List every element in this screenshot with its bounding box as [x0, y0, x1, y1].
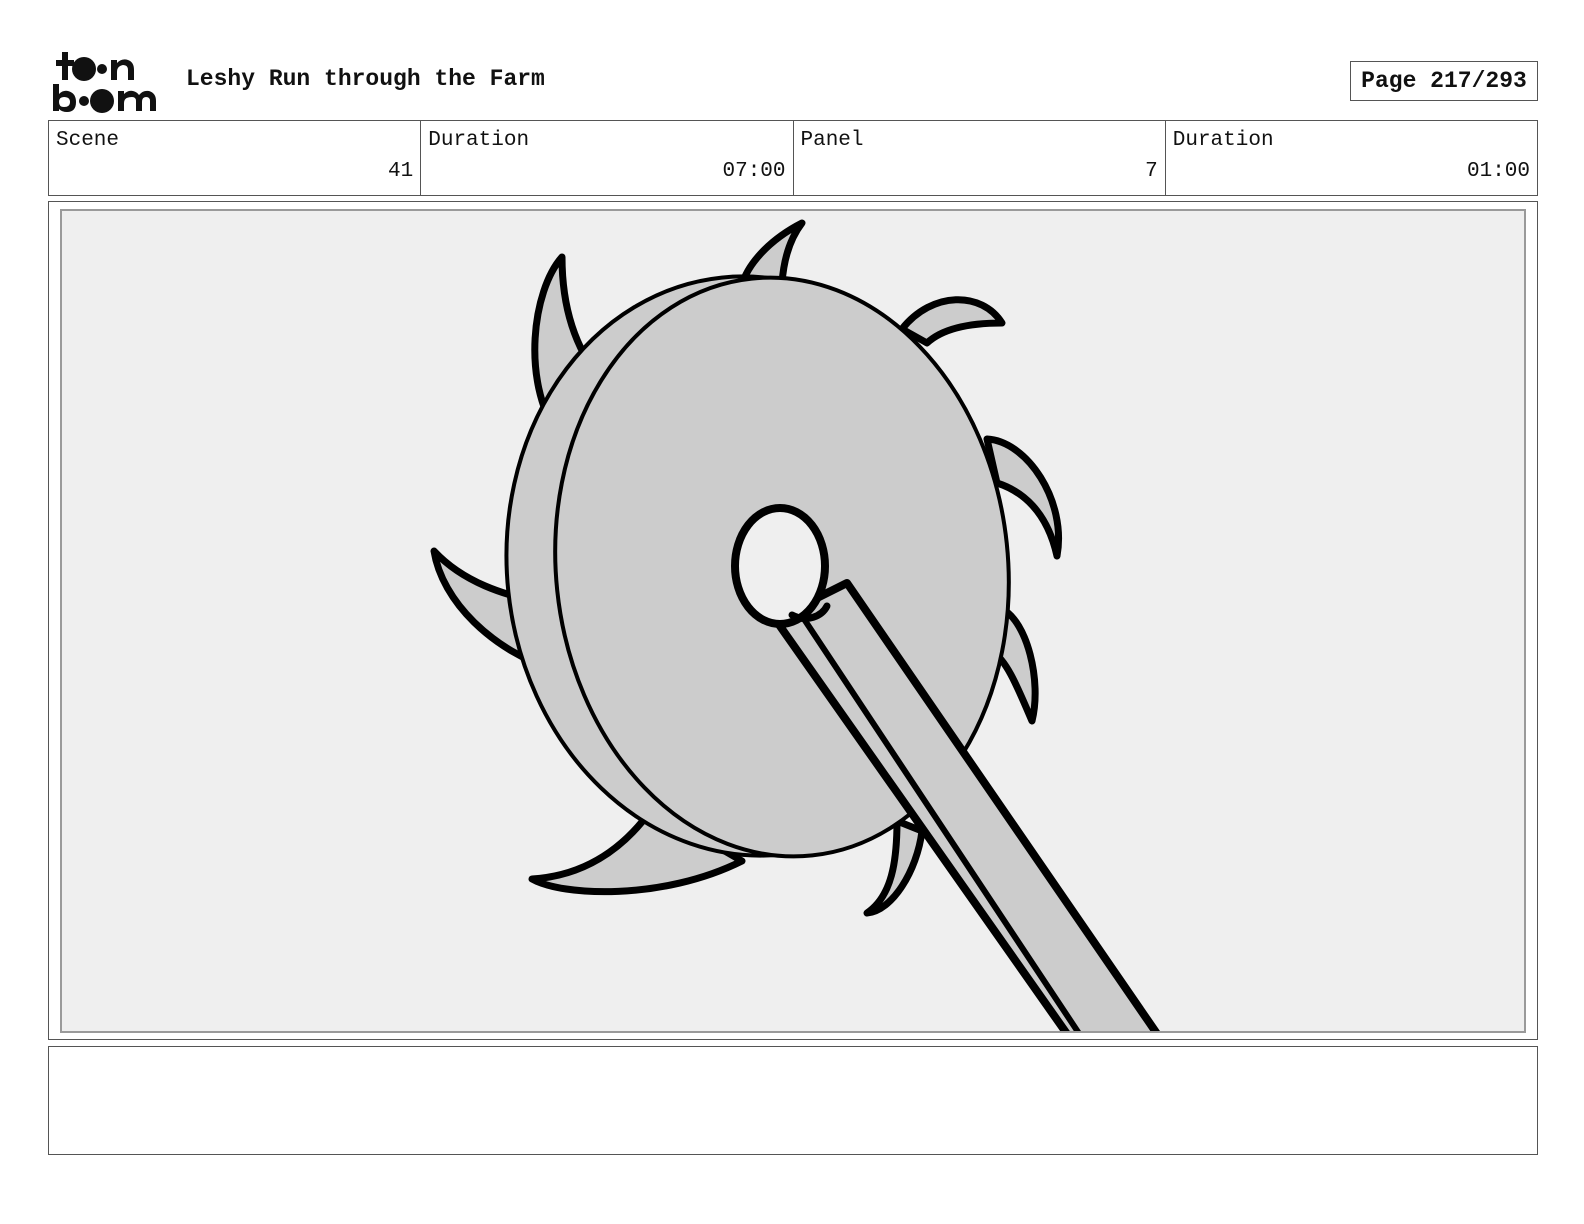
scene-duration-label: Duration — [428, 129, 530, 152]
scene-cell: Scene 41 — [49, 121, 420, 195]
scene-info-table: Scene 41 Duration 07:00 Panel 7 Duration… — [48, 120, 1538, 196]
panel-duration-value: 01:00 — [1466, 160, 1530, 183]
storyboard-panel-image — [60, 209, 1526, 1033]
panel-duration-label: Duration — [1172, 129, 1274, 152]
page-number: Page 217/293 — [1350, 61, 1538, 101]
storyboard-panel-frame — [48, 201, 1538, 1040]
toon-boom-logo — [50, 48, 166, 114]
spiked-wheel-sketch-icon — [430, 219, 1160, 1031]
scene-value: 41 — [388, 160, 414, 183]
panel-cell: Panel 7 — [792, 121, 1165, 195]
scene-duration-value: 07:00 — [722, 160, 786, 183]
panel-value: 7 — [1145, 160, 1158, 183]
project-title: Leshy Run through the Farm — [186, 66, 545, 92]
scene-duration-cell: Duration 07:00 — [420, 121, 792, 195]
panel-label: Panel — [800, 129, 864, 152]
panel-duration-cell: Duration 01:00 — [1164, 121, 1537, 195]
panel-notes-box — [48, 1046, 1538, 1155]
scene-label: Scene — [56, 129, 120, 152]
